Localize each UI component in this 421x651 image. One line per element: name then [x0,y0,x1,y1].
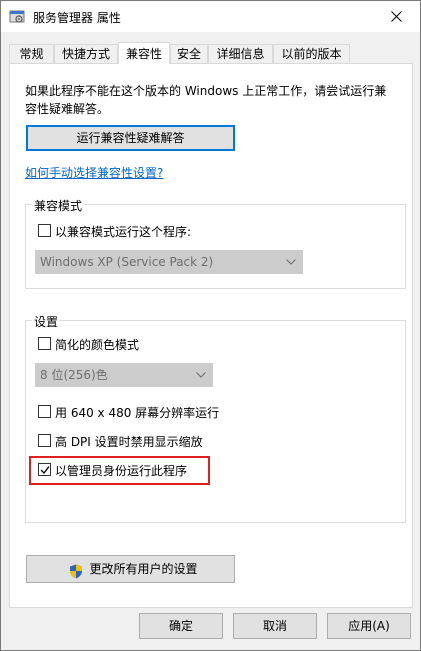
properties-window: 服务管理器 属性 常规 快捷方式 兼容性 安全 详细信息 以前的版本 如果此程序… [0,0,421,651]
tab-shortcut[interactable]: 快捷方式 [54,44,118,63]
compat-mode-checkbox-label: 以兼容模式运行这个程序: [55,225,192,239]
window-title: 服务管理器 属性 [33,11,121,25]
chevron-down-icon [196,372,206,378]
tab-compatibility[interactable]: 兼容性 [118,42,170,64]
services-app-icon [9,9,25,25]
compat-mode-group: 兼容模式 以兼容模式运行这个程序: Windows XP (Service Pa… [25,197,406,289]
run-troubleshooter-button[interactable]: 运行兼容性疑难解答 [26,125,235,151]
compatibility-panel: 如果此程序不能在这个版本的 Windows 上正常工作，请尝试运行兼 容性疑难解… [9,63,413,608]
color-depth-select[interactable]: 8 位(256)色 [35,363,213,387]
chevron-down-icon [286,259,296,265]
res-640-checkbox-label: 用 640 x 480 屏幕分辨率运行 [55,406,220,420]
close-button[interactable] [374,1,420,32]
compat-mode-checkbox-box [38,224,51,237]
high-dpi-checkbox[interactable]: 高 DPI 设置时禁用显示缩放 [38,433,228,449]
reduced-color-checkbox[interactable]: 简化的颜色模式 [38,336,168,352]
cancel-button[interactable]: 取消 [233,613,317,639]
reduced-color-checkbox-label: 简化的颜色模式 [55,338,140,352]
run-as-admin-checkbox-label: 以管理员身份运行此程序 [55,464,188,478]
settings-group: 设置 简化的颜色模式 8 位(256)色 用 640 x 480 屏幕分辨率运行… [25,313,406,523]
res-640-checkbox-box [38,405,51,418]
color-depth-select-value: 8 位(256)色 [40,368,108,382]
compat-mode-group-title: 兼容模式 [32,197,85,214]
reduced-color-checkbox-box [38,337,51,350]
close-icon [391,11,402,22]
high-dpi-checkbox-label: 高 DPI 设置时禁用显示缩放 [55,435,203,449]
intro-text-line1: 如果此程序不能在这个版本的 Windows 上正常工作，请尝试运行兼 [25,84,387,98]
intro-text-line2: 容性疑难解答。 [25,102,110,116]
tab-security[interactable]: 安全 [170,44,208,63]
compat-mode-checkbox[interactable]: 以兼容模式运行这个程序: [38,223,218,239]
change-all-users-label: 更改所有用户的设置 [89,562,198,576]
uac-shield-icon [70,564,82,579]
tab-previous-versions[interactable]: 以前的版本 [273,44,350,63]
compat-mode-select[interactable]: Windows XP (Service Pack 2) [35,250,303,274]
compat-mode-select-value: Windows XP (Service Pack 2) [40,255,214,269]
res-640-checkbox[interactable]: 用 640 x 480 屏幕分辨率运行 [38,404,228,420]
change-all-users-button[interactable]: 更改所有用户的设置 [26,555,235,583]
high-dpi-checkbox-box [38,434,51,447]
tab-general[interactable]: 常规 [9,44,54,63]
ok-button[interactable]: 确定 [139,613,223,639]
checkmark-icon [40,466,50,475]
tab-details[interactable]: 详细信息 [208,44,273,63]
title-bar: 服务管理器 属性 [1,1,420,32]
apply-button[interactable]: 应用(A) [327,613,411,639]
run-as-admin-checkbox-box [38,463,51,476]
run-as-admin-checkbox[interactable]: 以管理员身份运行此程序 [38,462,203,478]
manual-settings-link[interactable]: 如何手动选择兼容性设置? [25,164,163,181]
settings-group-title: 设置 [32,313,61,330]
tab-strip: 常规 快捷方式 兼容性 安全 详细信息 以前的版本 [9,42,413,64]
